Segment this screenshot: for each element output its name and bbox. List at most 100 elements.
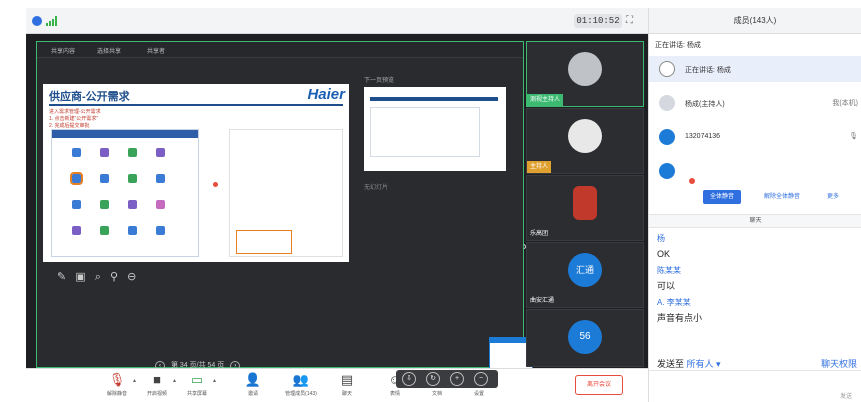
participant-row[interactable]: 正在讲话: 杨成 <box>649 56 861 82</box>
chat-input[interactable]: 发送 <box>649 370 861 402</box>
toolbar-label: 表情 <box>389 391 400 397</box>
chat-header: 聊天 <box>649 214 861 228</box>
chat-message: 可以 <box>657 281 676 291</box>
send-button[interactable]: 发送 <box>840 391 852 400</box>
member-actions: 全体静音 解除全体静音 更多 <box>649 186 861 208</box>
laser-pointer <box>213 182 218 187</box>
chat-messages: 杨 OK 陈某某 可以 A. 李某某 声音有点小 <box>657 230 857 326</box>
slide-title: 供应商-公开需求 <box>49 91 130 103</box>
toolbar-label: 设置 <box>473 391 484 397</box>
members-icon: 👥 <box>292 372 310 387</box>
unmute-all-button[interactable]: 解除全体静音 <box>753 190 811 204</box>
toolbar-label: 解除静音 <box>106 391 127 397</box>
status-dot <box>689 178 695 184</box>
avatar <box>568 119 602 153</box>
avatar <box>568 52 602 86</box>
send-to-label: 发送至 <box>657 359 685 369</box>
notes-label: 无幻灯片 <box>364 185 389 191</box>
chat-sender: 陈某某 <box>657 266 681 275</box>
video-tile[interactable]: 测视主持人 <box>526 41 644 107</box>
toolbar-label: 聊天 <box>341 391 352 397</box>
avatar: 汇通 <box>568 253 602 287</box>
zoom-in-icon[interactable]: + <box>450 372 464 386</box>
video-tile[interactable]: 乐高团 <box>526 175 644 241</box>
send-to-select[interactable]: 所有人 <box>687 359 714 369</box>
share-screen-button[interactable]: ▭ 共享屏幕 ▴ <box>180 372 216 397</box>
share-toolbar: 共享内容 选择共享 共享者 <box>37 42 523 58</box>
participant-name: 132074136 <box>685 133 721 140</box>
slide-brand-logo: Haier <box>307 86 345 103</box>
invite-button[interactable]: 👤 邀请 <box>236 372 270 397</box>
members-chat-panel: 成员(143人) 正在讲话: 杨成 正在讲话: 杨成 杨成(主持人) 我(本机)… <box>648 8 861 402</box>
avatar <box>659 61 675 77</box>
slide-note: 1. 点击新建“公开需求” <box>49 116 98 122</box>
meeting-timer: 01:10:52 <box>574 14 622 28</box>
rotate-icon[interactable]: ↻ <box>426 372 440 386</box>
download-icon[interactable]: ⇩ <box>402 372 416 386</box>
zoom-icon[interactable]: ⌕ <box>95 271 101 283</box>
participant-row[interactable]: 132074136 🎙 <box>649 124 861 150</box>
speaking-indicator: 正在讲话: 杨成 <box>655 42 701 49</box>
chat-button[interactable]: ▤ 聊天 <box>330 372 364 397</box>
toolbar-label: 开启视频 <box>146 391 167 397</box>
start-video-button[interactable]: ■ 开启视频 ▴ <box>140 372 176 397</box>
pointer-icon[interactable]: ⚲ <box>110 271 118 283</box>
video-name: 测视主持人 <box>527 94 564 106</box>
window-titlebar: 01:10:52 ⛶ <box>26 8 648 34</box>
conference-area: 01:10:52 ⛶ 共享内容 选择共享 共享者 下一页预览 供应商-公开需求 … <box>26 8 648 402</box>
share-toolbar-item[interactable]: 选择共享 <box>97 46 121 55</box>
video-tile[interactable]: 56 <box>526 309 644 367</box>
participant-row[interactable]: 杨成(主持人) 我(本机) <box>649 90 861 116</box>
slide-divider <box>49 104 343 106</box>
video-name: 主持人 <box>527 161 552 173</box>
save-icon[interactable]: ▣ <box>75 271 85 283</box>
chat-permission-select[interactable]: 聊天权限 <box>821 357 857 370</box>
mute-all-button[interactable]: 全体静音 <box>703 190 741 204</box>
pen-icon[interactable]: ✎ <box>57 271 66 283</box>
manage-members-button[interactable]: 👥 管理成员(143) <box>278 372 324 397</box>
zoom-out-icon[interactable]: − <box>474 372 488 386</box>
participant-name: 杨成(主持人) <box>685 101 725 108</box>
annotation-tools: ✎ ▣ ⌕ ⚲ ⊖ <box>57 270 136 284</box>
more-button[interactable]: 更多 <box>819 190 847 204</box>
toolbar-label: 邀请 <box>247 391 258 397</box>
share-control-strip: ⇩ ↻ + − <box>396 370 498 388</box>
toolbar-label: 共享屏幕 <box>186 391 207 397</box>
next-slide-thumbnail[interactable] <box>364 87 506 171</box>
slide-form-panel <box>229 129 343 257</box>
mic-muted-icon: 🎙 <box>108 372 126 387</box>
fullscreen-icon[interactable]: ⛶ <box>626 15 633 26</box>
chat-icon: ▤ <box>340 372 354 387</box>
participant-row[interactable] <box>649 158 861 184</box>
toolbar-label: 管理成员(143) <box>285 391 317 397</box>
avatar <box>659 129 675 145</box>
avatar <box>659 163 675 179</box>
avatar <box>659 95 675 111</box>
members-title: 成员(143人) <box>649 8 861 34</box>
slide-screenshot-panel <box>51 129 199 257</box>
chat-message: OK <box>657 249 671 259</box>
meeting-app: 01:10:52 ⛶ 共享内容 选择共享 共享者 下一页预览 供应商-公开需求 … <box>26 8 861 402</box>
mic-icon: 🎙 <box>849 133 858 140</box>
unmute-button[interactable]: 🎙 解除静音 ▴ <box>100 372 136 397</box>
meeting-toolbar: 🎙 解除静音 ▴ ■ 开启视频 ▴ ▭ 共享屏幕 ▴ 👤 邀请 👥 管理成员(143)… <box>26 368 648 402</box>
leave-meeting-button[interactable]: 离开会议 <box>575 375 623 395</box>
participant-name: 正在讲话: 杨成 <box>685 67 731 74</box>
participant-role: 我(本机) <box>832 100 858 107</box>
video-tile[interactable]: 汇通 曲安汇通 <box>526 242 644 308</box>
slide-note: 2. 完成后提交审批 <box>49 123 90 129</box>
slide-note: 进入需求管理-公开需求 <box>49 109 101 115</box>
zoom-out-icon[interactable]: ⊖ <box>127 271 136 283</box>
chat-sender: A. 李某某 <box>657 298 691 307</box>
send-to-row: 发送至 所有人 ▾ 聊天权限 <box>657 357 857 370</box>
next-slide-label: 下一页预览 <box>364 78 395 84</box>
video-name: 曲安汇通 <box>530 298 555 304</box>
video-tile-column: 测视主持人 主持人 乐高团 汇通 曲安汇通 56 <box>526 41 646 368</box>
avatar: 56 <box>568 320 602 354</box>
share-toolbar-item[interactable]: 共享者 <box>147 46 165 55</box>
chat-sender: 杨 <box>657 234 665 243</box>
share-toolbar-item[interactable]: 共享内容 <box>51 46 75 55</box>
app-logo-icon <box>32 16 42 26</box>
video-tile[interactable]: 主持人 <box>526 108 644 174</box>
toolbar-label: 文档 <box>431 391 442 397</box>
